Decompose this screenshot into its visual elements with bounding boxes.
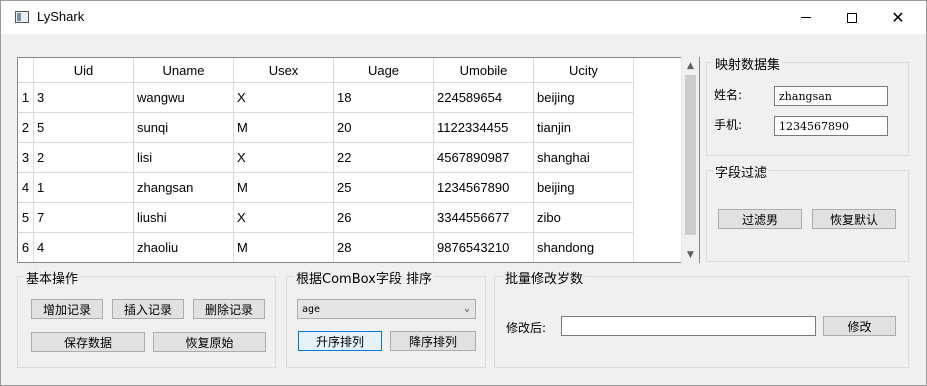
- table-cell-uage[interactable]: 26: [334, 203, 434, 233]
- column-header-usex[interactable]: Usex: [234, 58, 334, 83]
- table-cell-umobile[interactable]: 1122334455: [434, 113, 534, 143]
- table-cell-uage[interactable]: 25: [334, 173, 434, 203]
- table-cell-uid[interactable]: 2: [34, 143, 134, 173]
- restore-original-button[interactable]: 恢复原始: [153, 332, 266, 352]
- table-cell-uid[interactable]: 4: [34, 233, 134, 262]
- title-bar[interactable]: LyShark ✕: [1, 1, 926, 34]
- table-cell-ucity[interactable]: beijing: [534, 83, 634, 113]
- mapping-group-title: 映射数据集: [713, 54, 783, 73]
- filter-male-button[interactable]: 过滤男: [718, 209, 802, 229]
- row-header[interactable]: 5: [18, 203, 34, 233]
- row-header[interactable]: 4: [18, 173, 34, 203]
- save-data-button[interactable]: 保存数据: [31, 332, 145, 352]
- close-icon: ✕: [891, 8, 905, 27]
- restore-default-button[interactable]: 恢复默认: [812, 209, 896, 229]
- table-cell-uname[interactable]: zhaoliu: [134, 233, 234, 262]
- table-cell-usex[interactable]: X: [234, 143, 334, 173]
- batch-modify-title: 批量修改岁数: [503, 268, 586, 287]
- delete-record-button[interactable]: 删除记录: [193, 299, 265, 319]
- table-cell-uid[interactable]: 1: [34, 173, 134, 203]
- modify-button[interactable]: 修改: [823, 316, 896, 336]
- row-header[interactable]: 6: [18, 233, 34, 262]
- table-cell-uid[interactable]: 3: [34, 83, 134, 113]
- window-title: LyShark: [37, 9, 85, 24]
- row-header[interactable]: 1: [18, 83, 34, 113]
- table-row[interactable]: 1 3 wangwu X 18 224589654 beijing: [18, 83, 634, 113]
- table-cell-uage[interactable]: 18: [334, 83, 434, 113]
- batch-modify-input[interactable]: [561, 316, 816, 336]
- table-vertical-scrollbar[interactable]: ▲ ▼: [681, 57, 699, 263]
- name-field[interactable]: zhangsan: [774, 86, 888, 106]
- sort-field-select[interactable]: age ⌄: [297, 299, 476, 319]
- name-label: 姓名:: [714, 88, 743, 102]
- table-cell-umobile[interactable]: 9876543210: [434, 233, 534, 262]
- table-cell-ucity[interactable]: zibo: [534, 203, 634, 233]
- table-cell-ucity[interactable]: tianjin: [534, 113, 634, 143]
- table-header: Uid Uname Usex Uage Umobile Ucity: [18, 58, 634, 83]
- row-header[interactable]: 2: [18, 113, 34, 143]
- filter-group-title: 字段过滤: [713, 162, 770, 181]
- minimize-icon: [801, 17, 811, 18]
- table-cell-uage[interactable]: 20: [334, 113, 434, 143]
- table-corner[interactable]: [18, 58, 34, 83]
- scroll-thumb[interactable]: [685, 75, 696, 235]
- table-cell-ucity[interactable]: shandong: [534, 233, 634, 262]
- table-cell-usex[interactable]: M: [234, 233, 334, 262]
- sort-field-value: age: [302, 303, 321, 315]
- column-header-uid[interactable]: Uid: [34, 58, 134, 83]
- sort-ascending-button[interactable]: 升序排列: [298, 331, 382, 351]
- table-row[interactable]: 6 4 zhaoliu M 28 9876543210 shandong: [18, 233, 634, 262]
- table-body: 1 3 wangwu X 18 224589654 beijing 2 5 sunqi M 20 112…: [18, 83, 634, 262]
- maximize-button[interactable]: [829, 1, 875, 34]
- app-icon: [15, 11, 29, 23]
- table-cell-umobile[interactable]: 3344556677: [434, 203, 534, 233]
- table-cell-uage[interactable]: 22: [334, 143, 434, 173]
- table-cell-usex[interactable]: X: [234, 83, 334, 113]
- scroll-up-icon[interactable]: ▲: [682, 57, 699, 74]
- table-cell-usex[interactable]: M: [234, 173, 334, 203]
- table-cell-uname[interactable]: sunqi: [134, 113, 234, 143]
- table-cell-umobile[interactable]: 4567890987: [434, 143, 534, 173]
- table-cell-uid[interactable]: 5: [34, 113, 134, 143]
- sort-descending-button[interactable]: 降序排列: [390, 331, 476, 351]
- add-record-button[interactable]: 增加记录: [31, 299, 103, 319]
- insert-record-button[interactable]: 插入记录: [112, 299, 184, 319]
- column-header-uname[interactable]: Uname: [134, 58, 234, 83]
- phone-label: 手机:: [714, 118, 743, 132]
- column-header-umobile[interactable]: Umobile: [434, 58, 534, 83]
- column-header-uage[interactable]: Uage: [334, 58, 434, 83]
- table-cell-uname[interactable]: lisi: [134, 143, 234, 173]
- basic-operations-group: [17, 276, 276, 368]
- table-row[interactable]: 3 2 lisi X 22 4567890987 shanghai: [18, 143, 634, 173]
- table-cell-ucity[interactable]: shanghai: [534, 143, 634, 173]
- table-row[interactable]: 2 5 sunqi M 20 1122334455 tianjin: [18, 113, 634, 143]
- table-cell-uname[interactable]: liushi: [134, 203, 234, 233]
- basic-operations-title: 基本操作: [24, 268, 81, 287]
- table-cell-uname[interactable]: zhangsan: [134, 173, 234, 203]
- sort-group-title: 根据ComBox字段 排序: [294, 268, 434, 287]
- data-table[interactable]: Uid Uname Usex Uage Umobile Ucity 1 3 wang…: [17, 57, 700, 263]
- mapping-group: [706, 62, 909, 156]
- maximize-icon: [847, 12, 857, 23]
- table-cell-usex[interactable]: X: [234, 203, 334, 233]
- close-button[interactable]: ✕: [875, 1, 921, 34]
- table-cell-ucity[interactable]: beijing: [534, 173, 634, 203]
- table-cell-uname[interactable]: wangwu: [134, 83, 234, 113]
- chevron-down-icon: ⌄: [463, 303, 470, 314]
- phone-field[interactable]: 1234567890: [774, 116, 888, 136]
- table-cell-umobile[interactable]: 1234567890: [434, 173, 534, 203]
- row-header[interactable]: 3: [18, 143, 34, 173]
- scroll-down-icon[interactable]: ▼: [682, 246, 699, 263]
- minimize-button[interactable]: [783, 1, 829, 34]
- table-row[interactable]: 5 7 liushi X 26 3344556677 zibo: [18, 203, 634, 233]
- table-row[interactable]: 4 1 zhangsan M 25 1234567890 beijing: [18, 173, 634, 203]
- table-cell-umobile[interactable]: 224589654: [434, 83, 534, 113]
- table-cell-uid[interactable]: 7: [34, 203, 134, 233]
- batch-modify-label: 修改后:: [506, 321, 547, 335]
- column-header-ucity[interactable]: Ucity: [534, 58, 634, 83]
- sort-group: [286, 276, 486, 368]
- table-cell-usex[interactable]: M: [234, 113, 334, 143]
- table-cell-uage[interactable]: 28: [334, 233, 434, 262]
